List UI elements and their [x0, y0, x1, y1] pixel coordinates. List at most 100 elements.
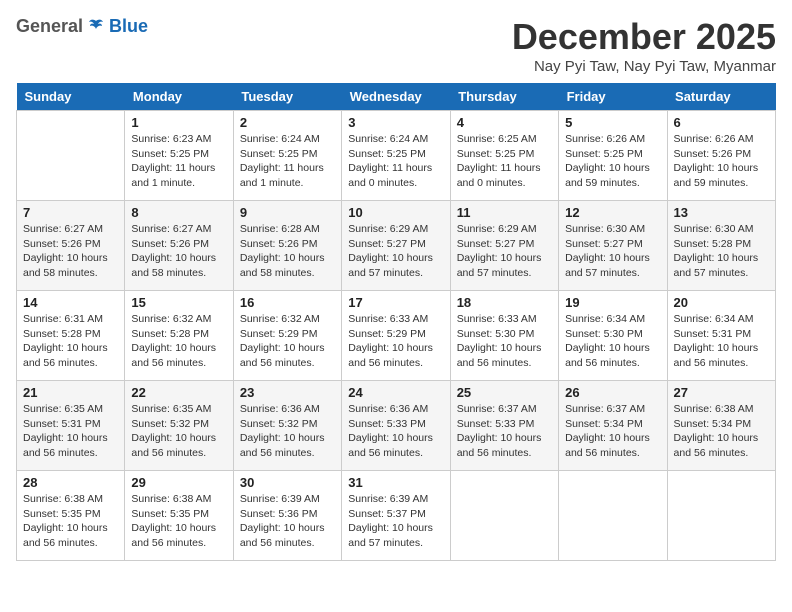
day-info: Sunrise: 6:32 AMSunset: 5:29 PMDaylight:…: [240, 312, 335, 371]
day-header-thursday: Thursday: [450, 83, 558, 111]
day-info: Sunrise: 6:36 AMSunset: 5:32 PMDaylight:…: [240, 402, 335, 461]
calendar-cell: 22 Sunrise: 6:35 AMSunset: 5:32 PMDayligh…: [125, 381, 233, 471]
calendar-cell: [667, 471, 775, 561]
calendar-cell: 10 Sunrise: 6:29 AMSunset: 5:27 PMDayligh…: [342, 201, 450, 291]
page-header: General Blue December 2025 Nay Pyi Taw, …: [16, 16, 776, 75]
calendar-cell: 9Sunrise: 6:28 AMSunset: 5:26 PMDaylight…: [233, 201, 341, 291]
calendar-cell: 13Sunrise: 6:30 AMSunset: 5:28 PMDayligh…: [667, 201, 775, 291]
day-info: Sunrise: 6:29 AMSunset: 5:27 PMDaylight:…: [457, 222, 552, 281]
calendar-cell: 23 Sunrise: 6:36 AMSunset: 5:32 PMDayligh…: [233, 381, 341, 471]
calendar-cell: 11 Sunrise: 6:29 AMSunset: 5:27 PMDayligh…: [450, 201, 558, 291]
day-number: 23: [240, 385, 335, 400]
calendar-cell: 20Sunrise: 6:34 AMSunset: 5:31 PMDayligh…: [667, 291, 775, 381]
calendar-cell: 17 Sunrise: 6:33 AMSunset: 5:29 PMDayligh…: [342, 291, 450, 381]
day-info: Sunrise: 6:34 AMSunset: 5:31 PMDaylight:…: [674, 312, 769, 371]
calendar-cell: 15Sunrise: 6:32 AMSunset: 5:28 PMDayligh…: [125, 291, 233, 381]
day-info: Sunrise: 6:30 AMSunset: 5:27 PMDaylight:…: [565, 222, 660, 281]
day-number: 31: [348, 475, 443, 490]
day-info: Sunrise: 6:37 AMSunset: 5:34 PMDaylight:…: [565, 402, 660, 461]
day-info: Sunrise: 6:26 AMSunset: 5:25 PMDaylight:…: [565, 132, 660, 191]
logo-general-text: General: [16, 16, 83, 37]
day-info: Sunrise: 6:32 AMSunset: 5:28 PMDaylight:…: [131, 312, 226, 371]
calendar-cell: 16 Sunrise: 6:32 AMSunset: 5:29 PMDayligh…: [233, 291, 341, 381]
day-number: 29: [131, 475, 226, 490]
day-number: 30: [240, 475, 335, 490]
day-header-friday: Friday: [559, 83, 667, 111]
day-number: 27: [674, 385, 769, 400]
calendar-cell: 1Sunrise: 6:23 AMSunset: 5:25 PMDaylight…: [125, 111, 233, 201]
calendar-cell: 26 Sunrise: 6:37 AMSunset: 5:34 PMDayligh…: [559, 381, 667, 471]
day-header-sunday: Sunday: [17, 83, 125, 111]
calendar-cell: 31 Sunrise: 6:39 AMSunset: 5:37 PMDayligh…: [342, 471, 450, 561]
day-info: Sunrise: 6:39 AMSunset: 5:36 PMDaylight:…: [240, 492, 335, 551]
day-info: Sunrise: 6:27 AMSunset: 5:26 PMDaylight:…: [131, 222, 226, 281]
calendar-cell: 25 Sunrise: 6:37 AMSunset: 5:33 PMDayligh…: [450, 381, 558, 471]
day-number: 17: [348, 295, 443, 310]
day-info: Sunrise: 6:36 AMSunset: 5:33 PMDaylight:…: [348, 402, 443, 461]
day-number: 12: [565, 205, 660, 220]
day-number: 25: [457, 385, 552, 400]
day-info: Sunrise: 6:23 AMSunset: 5:25 PMDaylight:…: [131, 132, 226, 191]
calendar-cell: 28 Sunrise: 6:38 AMSunset: 5:35 PMDayligh…: [17, 471, 125, 561]
day-number: 13: [674, 205, 769, 220]
day-info: Sunrise: 6:24 AMSunset: 5:25 PMDaylight:…: [240, 132, 335, 191]
day-number: 22: [131, 385, 226, 400]
calendar-cell: 5 Sunrise: 6:26 AMSunset: 5:25 PMDaylight…: [559, 111, 667, 201]
month-title: December 2025: [512, 16, 776, 58]
day-info: Sunrise: 6:35 AMSunset: 5:32 PMDaylight:…: [131, 402, 226, 461]
day-number: 5: [565, 115, 660, 130]
day-number: 14: [23, 295, 118, 310]
logo: General Blue: [16, 16, 148, 37]
day-number: 18: [457, 295, 552, 310]
calendar-cell: 4 Sunrise: 6:25 AMSunset: 5:25 PMDaylight…: [450, 111, 558, 201]
day-number: 3: [348, 115, 443, 130]
day-number: 6: [674, 115, 769, 130]
day-info: Sunrise: 6:38 AMSunset: 5:35 PMDaylight:…: [23, 492, 118, 551]
day-number: 21: [23, 385, 118, 400]
calendar-cell: 27 Sunrise: 6:38 AMSunset: 5:34 PMDayligh…: [667, 381, 775, 471]
day-number: 9: [240, 205, 335, 220]
day-info: Sunrise: 6:37 AMSunset: 5:33 PMDaylight:…: [457, 402, 552, 461]
calendar-cell: [17, 111, 125, 201]
day-info: Sunrise: 6:38 AMSunset: 5:34 PMDaylight:…: [674, 402, 769, 461]
calendar-cell: 30 Sunrise: 6:39 AMSunset: 5:36 PMDayligh…: [233, 471, 341, 561]
day-info: Sunrise: 6:25 AMSunset: 5:25 PMDaylight:…: [457, 132, 552, 191]
day-number: 28: [23, 475, 118, 490]
location-text: Nay Pyi Taw, Nay Pyi Taw, Myanmar: [512, 58, 776, 75]
day-info: Sunrise: 6:38 AMSunset: 5:35 PMDaylight:…: [131, 492, 226, 551]
day-info: Sunrise: 6:33 AMSunset: 5:30 PMDaylight:…: [457, 312, 552, 371]
calendar-cell: 6 Sunrise: 6:26 AMSunset: 5:26 PMDaylight…: [667, 111, 775, 201]
day-info: Sunrise: 6:39 AMSunset: 5:37 PMDaylight:…: [348, 492, 443, 551]
day-header-saturday: Saturday: [667, 83, 775, 111]
day-number: 11: [457, 205, 552, 220]
logo-blue-text: Blue: [109, 16, 148, 37]
calendar-cell: [559, 471, 667, 561]
day-number: 19: [565, 295, 660, 310]
day-number: 10: [348, 205, 443, 220]
calendar-cell: 29 Sunrise: 6:38 AMSunset: 5:35 PMDayligh…: [125, 471, 233, 561]
calendar-week-1: 1Sunrise: 6:23 AMSunset: 5:25 PMDaylight…: [17, 111, 776, 201]
day-info: Sunrise: 6:33 AMSunset: 5:29 PMDaylight:…: [348, 312, 443, 371]
day-number: 4: [457, 115, 552, 130]
calendar-cell: 21Sunrise: 6:35 AMSunset: 5:31 PMDayligh…: [17, 381, 125, 471]
day-number: 8: [131, 205, 226, 220]
calendar-week-4: 21Sunrise: 6:35 AMSunset: 5:31 PMDayligh…: [17, 381, 776, 471]
day-number: 16: [240, 295, 335, 310]
day-number: 2: [240, 115, 335, 130]
calendar-cell: 3 Sunrise: 6:24 AMSunset: 5:25 PMDaylight…: [342, 111, 450, 201]
calendar-table: SundayMondayTuesdayWednesdayThursdayFrid…: [16, 83, 776, 561]
calendar-cell: 7Sunrise: 6:27 AMSunset: 5:26 PMDaylight…: [17, 201, 125, 291]
logo-bird-icon: [86, 17, 106, 37]
day-number: 26: [565, 385, 660, 400]
calendar-cell: 12 Sunrise: 6:30 AMSunset: 5:27 PMDayligh…: [559, 201, 667, 291]
day-info: Sunrise: 6:24 AMSunset: 5:25 PMDaylight:…: [348, 132, 443, 191]
calendar-cell: 24Sunrise: 6:36 AMSunset: 5:33 PMDayligh…: [342, 381, 450, 471]
calendar-cell: 2 Sunrise: 6:24 AMSunset: 5:25 PMDaylight…: [233, 111, 341, 201]
calendar-cell: 14Sunrise: 6:31 AMSunset: 5:28 PMDayligh…: [17, 291, 125, 381]
day-info: Sunrise: 6:34 AMSunset: 5:30 PMDaylight:…: [565, 312, 660, 371]
calendar-cell: [450, 471, 558, 561]
day-header-tuesday: Tuesday: [233, 83, 341, 111]
day-info: Sunrise: 6:29 AMSunset: 5:27 PMDaylight:…: [348, 222, 443, 281]
calendar-header-row: SundayMondayTuesdayWednesdayThursdayFrid…: [17, 83, 776, 111]
day-info: Sunrise: 6:26 AMSunset: 5:26 PMDaylight:…: [674, 132, 769, 191]
